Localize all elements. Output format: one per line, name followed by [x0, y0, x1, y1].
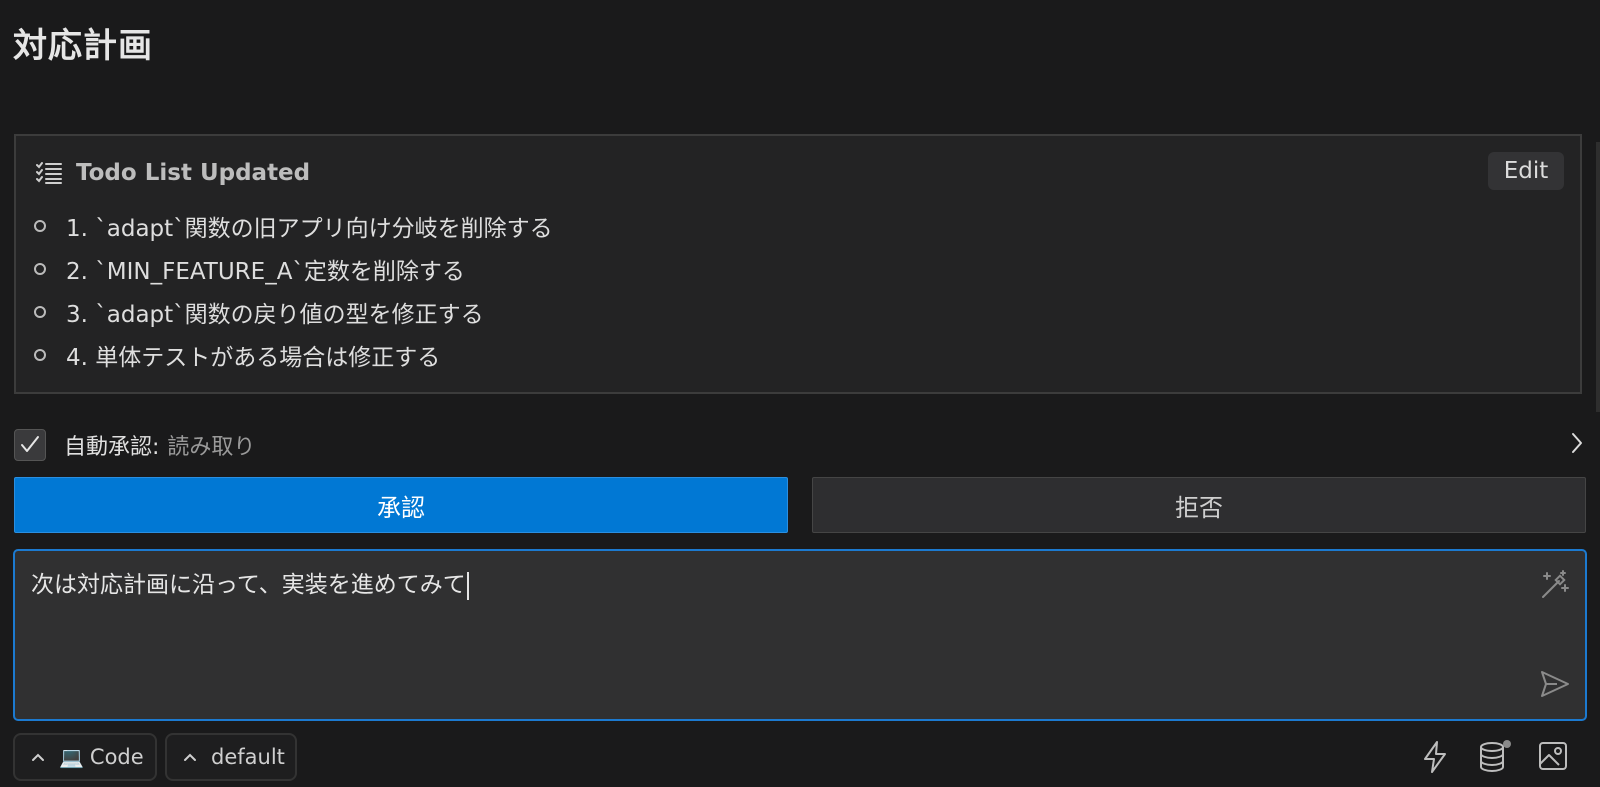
todo-item-text: 4. 単体テストがある場合は修正する: [66, 344, 441, 371]
reject-button[interactable]: 拒否: [812, 477, 1586, 533]
send-icon[interactable]: [1539, 669, 1571, 703]
chat-input[interactable]: 次は対応計画に沿って、実装を進めてみて: [13, 549, 1587, 721]
laptop-icon: 💻: [59, 745, 84, 769]
chat-input-text[interactable]: 次は対応計画に沿って、実装を進めてみて: [31, 565, 469, 600]
chevron-up-icon: [31, 752, 45, 762]
auto-approve-label: 自動承認:: [64, 435, 160, 460]
edit-button[interactable]: Edit: [1488, 152, 1564, 190]
todo-item-text: 3. `adapt`関数の戻り値の型を修正する: [66, 301, 484, 328]
status-dot: [1503, 740, 1511, 748]
todo-item-text: 1. `adapt`関数の旧アプリ向け分岐を削除する: [66, 215, 553, 242]
text-cursor: [466, 571, 469, 600]
check-icon: [21, 436, 39, 452]
chevron-up-icon: [183, 752, 197, 762]
todo-title: Todo List Updated: [76, 160, 311, 186]
todo-item: 2. `MIN_FEATURE_A`定数を削除する: [34, 247, 553, 290]
lightning-icon[interactable]: [1420, 740, 1450, 778]
database-icon[interactable]: [1478, 740, 1512, 778]
circle-icon: [34, 262, 46, 275]
todo-item: 1. `adapt`関数の旧アプリ向け分岐を削除する: [34, 204, 553, 247]
todo-header: Todo List Updated: [36, 156, 310, 190]
circle-icon: [34, 305, 46, 318]
mode-label: Code: [89, 745, 144, 769]
page-title: 対応計画: [13, 26, 153, 66]
profile-selector[interactable]: default: [165, 733, 297, 781]
image-icon[interactable]: [1537, 740, 1569, 776]
auto-approve-checkbox[interactable]: [14, 429, 46, 461]
circle-icon: [34, 348, 46, 361]
todo-item-text: 2. `MIN_FEATURE_A`定数を削除する: [66, 258, 465, 285]
checklist-icon: [36, 161, 62, 185]
mode-selector[interactable]: 💻 Code: [13, 733, 157, 781]
todo-item: 4. 単体テストがある場合は修正する: [34, 333, 553, 376]
magic-wand-icon[interactable]: [1539, 569, 1571, 605]
scrollbar[interactable]: [1596, 142, 1600, 412]
todo-items: 1. `adapt`関数の旧アプリ向け分岐を削除する 2. `MIN_FEATU…: [34, 204, 553, 376]
chat-input-value: 次は対応計画に沿って、実装を進めてみて: [31, 572, 466, 598]
profile-label: default: [211, 745, 285, 769]
circle-icon: [34, 219, 46, 232]
auto-approve-row: 自動承認: 読み取り: [14, 428, 1584, 462]
todo-item: 3. `adapt`関数の戻り値の型を修正する: [34, 290, 553, 333]
auto-approve-value: 読み取り: [167, 435, 256, 460]
todo-list-panel: Todo List Updated Edit 1. `adapt`関数の旧アプリ…: [14, 134, 1582, 394]
approve-button[interactable]: 承認: [14, 477, 788, 533]
chevron-right-icon[interactable]: [1570, 430, 1584, 460]
